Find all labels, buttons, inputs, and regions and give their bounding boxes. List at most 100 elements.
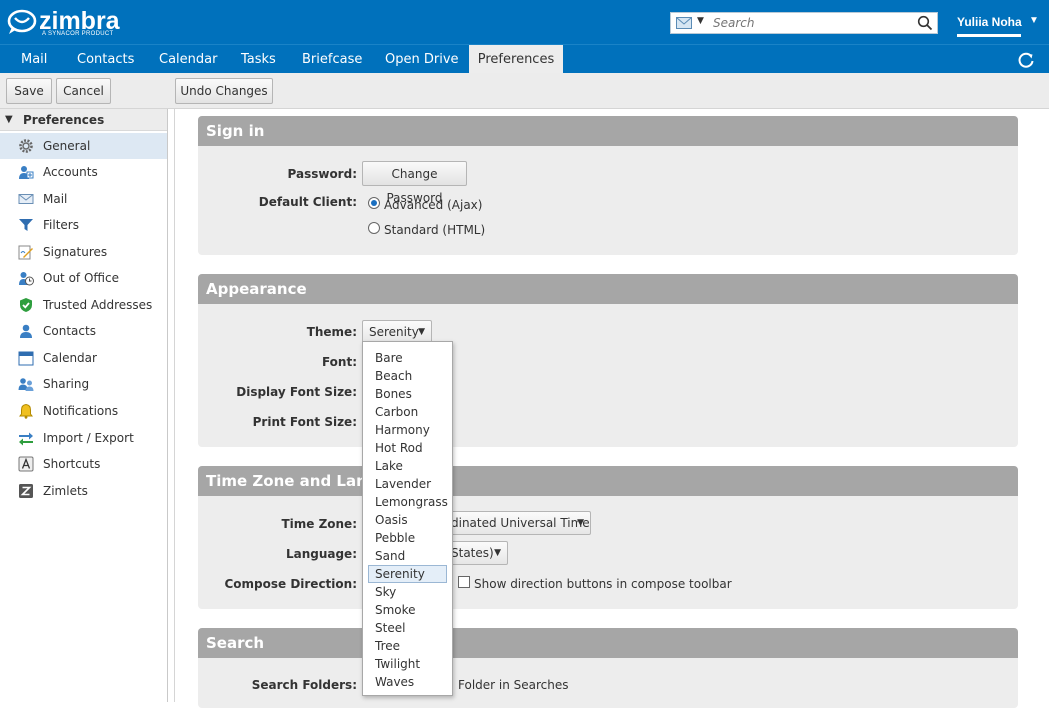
theme-option-sand[interactable]: Sand — [368, 547, 447, 565]
zimlet-icon — [19, 484, 33, 498]
time-zone-select[interactable]: dinated Universal Time ▼ — [440, 511, 591, 535]
theme-option-steel[interactable]: Steel — [368, 619, 447, 637]
theme-label: Theme: — [306, 325, 357, 339]
advanced-client-radio[interactable] — [368, 197, 380, 209]
sidebar-item-label: Sharing — [43, 377, 90, 391]
section-title: Search — [198, 628, 1018, 658]
user-menu-caret-icon: ▼ — [1029, 15, 1039, 26]
sidebar-item-label: Notifications — [43, 404, 119, 418]
theme-option-harmony[interactable]: Harmony — [368, 421, 447, 439]
bell-icon — [19, 403, 33, 419]
print-font-size-label: Print Font Size: — [252, 415, 357, 429]
search-folders-label: Search Folders: — [251, 678, 357, 692]
display-font-size-label: Display Font Size: — [236, 385, 357, 399]
sidebar-item-notifications[interactable]: Notifications — [0, 398, 167, 424]
tab-briefcase[interactable]: Briefcase — [294, 45, 370, 74]
sidebar-item-label: Filters — [43, 218, 79, 232]
sidebar-item-sharing[interactable]: Sharing — [0, 371, 167, 397]
tab-preferences[interactable]: Preferences — [469, 45, 563, 74]
theme-option-bones[interactable]: Bones — [368, 385, 447, 403]
gear-icon — [19, 139, 33, 153]
advanced-client-label: Advanced (Ajax) — [384, 198, 483, 212]
mail-search-type-icon[interactable] — [676, 17, 692, 29]
preferences-toolbar: Save Cancel Undo Changes — [0, 73, 1049, 109]
sidebar-item-label: Signatures — [43, 245, 108, 259]
sidebar-item-zimlets[interactable]: Zimlets — [0, 478, 167, 504]
sidebar-item-label: Import / Export — [43, 431, 134, 445]
search-input[interactable] — [711, 14, 911, 32]
theme-option-waves[interactable]: Waves — [368, 673, 447, 691]
default-client-label: Default Client: — [258, 195, 357, 209]
sidebar-item-accounts[interactable]: Accounts — [0, 159, 167, 185]
language-label: Language: — [285, 547, 357, 561]
dropdown-caret-icon: ▼ — [418, 327, 425, 337]
sidebar-title: Preferences — [23, 113, 105, 127]
user-menu[interactable]: Yuliia Noha ▼ — [957, 15, 1039, 29]
save-button[interactable]: Save — [6, 78, 52, 104]
section-sign-in: Sign in — [198, 116, 1018, 255]
theme-option-lavender[interactable]: Lavender — [368, 475, 447, 493]
zimbra-logo[interactable]: zimbra A SYNACOR PRODUCT — [7, 7, 132, 37]
sidebar-item-out-of-office[interactable]: Out of Office — [0, 265, 167, 291]
theme-option-tree[interactable]: Tree — [368, 637, 447, 655]
section-title: Time Zone and Lang — [198, 466, 1018, 496]
app-header: zimbra A SYNACOR PRODUCT ▼ Yuliia Noha ▼ — [0, 0, 1049, 44]
theme-option-hot-rod[interactable]: Hot Rod — [368, 439, 447, 457]
sidebar-item-label: Mail — [43, 192, 68, 206]
sidebar-item-import-export[interactable]: Import / Export — [0, 425, 167, 451]
logo-subtitle: A SYNACOR PRODUCT — [42, 31, 114, 37]
sidebar-item-label: Shortcuts — [43, 457, 101, 471]
search-type-caret-icon[interactable]: ▼ — [697, 16, 704, 26]
user-underline — [957, 34, 1021, 37]
sidebar-item-filters[interactable]: Filters — [0, 212, 167, 238]
sidebar-item-shortcuts[interactable]: Shortcuts — [0, 451, 167, 477]
time-zone-label: Time Zone: — [281, 517, 357, 531]
section-title: Appearance — [198, 274, 1018, 304]
sidebar-item-general[interactable]: General — [0, 133, 167, 159]
tab-contacts[interactable]: Contacts — [69, 45, 142, 74]
tab-tasks[interactable]: Tasks — [233, 45, 284, 74]
theme-option-pebble[interactable]: Pebble — [368, 529, 447, 547]
undo-changes-button[interactable]: Undo Changes — [175, 78, 273, 104]
sidebar-item-label: Accounts — [43, 165, 98, 179]
accounts-icon — [19, 166, 34, 179]
import-export-icon — [19, 432, 33, 446]
theme-option-bare[interactable]: Bare — [368, 349, 447, 367]
sharing-icon — [18, 378, 34, 391]
signature-icon — [18, 245, 33, 260]
sidebar-header[interactable]: ▼ Preferences — [0, 109, 167, 131]
sidebar-item-label: Zimlets — [43, 484, 88, 498]
compose-direction-checkbox[interactable] — [458, 576, 470, 588]
theme-option-lemongrass[interactable]: Lemongrass — [368, 493, 448, 511]
theme-select-value: Serenity — [369, 325, 419, 339]
theme-option-smoke[interactable]: Smoke — [368, 601, 447, 619]
tab-open-drive[interactable]: Open Drive — [377, 45, 467, 74]
theme-option-lake[interactable]: Lake — [368, 457, 447, 475]
refresh-icon[interactable] — [1016, 50, 1036, 70]
theme-option-serenity[interactable]: Serenity — [368, 565, 447, 583]
section-search: Search — [198, 628, 1018, 708]
tab-calendar[interactable]: Calendar — [151, 45, 225, 74]
sidebar-item-mail[interactable]: Mail — [0, 186, 167, 212]
shield-check-icon — [20, 298, 32, 312]
sidebar-item-calendar[interactable]: Calendar — [0, 345, 167, 371]
theme-option-sky[interactable]: Sky — [368, 583, 447, 601]
compose-direction-label: Compose Direction: — [224, 577, 357, 591]
cancel-button[interactable]: Cancel — [56, 78, 111, 104]
standard-client-radio[interactable] — [368, 222, 380, 234]
tab-mail[interactable]: Mail — [13, 45, 55, 74]
standard-client-label: Standard (HTML) — [384, 223, 486, 237]
theme-option-beach[interactable]: Beach — [368, 367, 447, 385]
sidebar-item-contacts[interactable]: Contacts — [0, 318, 167, 344]
theme-option-oasis[interactable]: Oasis — [368, 511, 447, 529]
search-icon[interactable] — [917, 15, 933, 31]
sidebar-item-trusted-addresses[interactable]: Trusted Addresses — [0, 292, 167, 318]
search-box[interactable]: ▼ — [670, 12, 938, 34]
theme-option-twilight[interactable]: Twilight — [368, 655, 447, 673]
collapse-triangle-icon[interactable]: ▼ — [5, 109, 13, 131]
dropdown-caret-icon: ▼ — [577, 518, 584, 528]
font-label: Font: — [321, 355, 357, 369]
sidebar-item-signatures[interactable]: Signatures — [0, 239, 167, 265]
change-password-button[interactable]: Change Password — [362, 161, 467, 205]
theme-option-carbon[interactable]: Carbon — [368, 403, 447, 421]
